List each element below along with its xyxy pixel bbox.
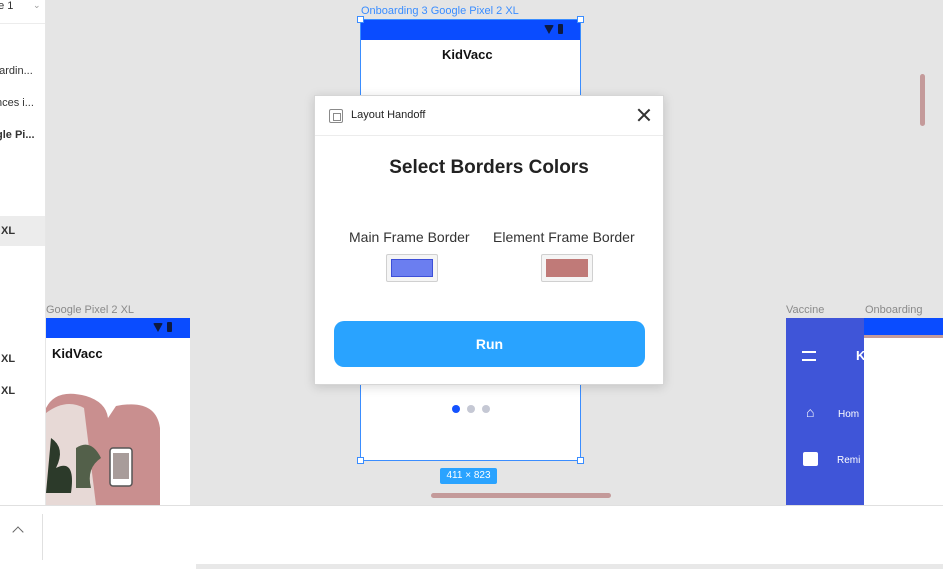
chevron-down-icon: ⌄ <box>33 0 41 10</box>
layout-handoff-dialog: Layout Handoff Select Borders Colors Mai… <box>314 95 664 385</box>
page-selector-label: ge 1 <box>0 0 14 12</box>
resize-handle[interactable] <box>357 457 364 464</box>
frame-label-left[interactable]: Google Pixel 2 XL <box>46 304 134 316</box>
carousel-dot <box>452 405 460 413</box>
frame-scroll-indicator <box>431 493 611 498</box>
element-frame-color-swatch <box>546 259 588 277</box>
main-frame-color-swatch <box>391 259 433 277</box>
resize-handle[interactable] <box>577 16 584 23</box>
resize-handle[interactable] <box>357 16 364 23</box>
run-button[interactable]: Run <box>334 321 645 367</box>
layers-panel: ge 1 ⌄ oardin... nces i... gle Pi... XL … <box>0 0 46 505</box>
layer-item-selected[interactable]: XL <box>1 225 15 237</box>
home-icon: ⌂ <box>806 404 815 420</box>
layer-item[interactable]: gle Pi... <box>0 129 35 141</box>
bottom-bar <box>0 505 943 569</box>
layer-item[interactable]: XL <box>1 385 15 397</box>
dialog-header: Layout Handoff <box>315 96 663 136</box>
element-frame-color-picker[interactable] <box>541 254 593 282</box>
divider <box>42 514 43 560</box>
vertical-scrollbar[interactable] <box>920 74 925 126</box>
battery-icon <box>558 24 563 34</box>
layer-item[interactable]: XL <box>1 353 15 365</box>
menu-item-reminder[interactable]: Remi <box>837 455 860 466</box>
carousel-dot <box>467 405 475 413</box>
wifi-icon <box>544 24 554 34</box>
horizontal-scrollbar[interactable] <box>196 564 943 569</box>
frame-google-pixel[interactable]: KidVacc <box>46 318 190 505</box>
menu-item-home[interactable]: Hom <box>838 409 859 420</box>
hero-illustration <box>46 393 160 505</box>
app-title: KidVacc <box>442 47 493 62</box>
main-frame-color-picker[interactable] <box>386 254 438 282</box>
status-bar <box>361 20 581 40</box>
element-frame-border-label: Element Frame Border <box>493 229 635 245</box>
dialog-heading: Select Borders Colors <box>389 157 589 178</box>
dialog-title: Layout Handoff <box>351 109 426 121</box>
frame-vaccine[interactable]: K ⌂ Hom Remi <box>786 318 866 505</box>
resize-handle[interactable] <box>577 457 584 464</box>
carousel-dots <box>452 405 490 413</box>
menu-icon <box>802 351 816 361</box>
carousel-dot <box>482 405 490 413</box>
layer-item[interactable]: oardin... <box>0 65 33 77</box>
plugin-icon <box>329 109 343 123</box>
frame-onboarding-right[interactable] <box>864 318 943 505</box>
calendar-icon <box>803 452 818 466</box>
frame-label-onboarding[interactable]: Onboarding <box>865 304 923 316</box>
chevron-up-icon[interactable] <box>12 526 24 538</box>
frame-label-selected[interactable]: Onboarding 3 Google Pixel 2 XL <box>361 5 519 17</box>
layer-item[interactable]: nces i... <box>0 97 34 109</box>
status-bar <box>864 318 943 338</box>
page-selector[interactable]: ge 1 ⌄ <box>0 0 45 24</box>
close-icon[interactable] <box>637 108 651 122</box>
frame-label-vaccine[interactable]: Vaccine <box>786 304 824 316</box>
main-frame-border-label: Main Frame Border <box>349 229 470 245</box>
frame-size-badge: 411 × 823 <box>440 468 497 484</box>
